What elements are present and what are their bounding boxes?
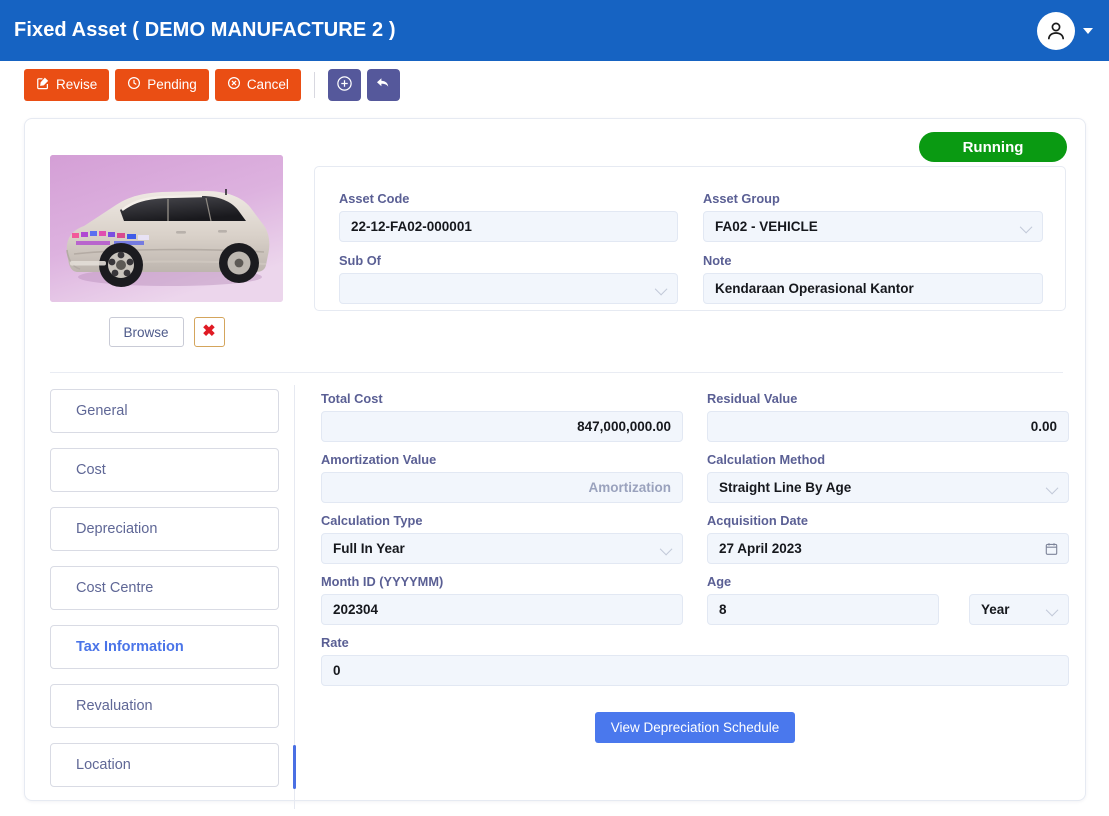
tab-tax-information[interactable]: Tax Information: [50, 625, 279, 669]
vehicle-photo: [50, 155, 283, 302]
calendar-icon[interactable]: [1045, 542, 1058, 559]
month-id-label: Month ID (YYYYMM): [321, 574, 444, 589]
asset-code-label: Asset Code: [339, 191, 410, 206]
view-depreciation-schedule-button[interactable]: View Depreciation Schedule: [594, 712, 796, 743]
rate-field: Rate 0: [321, 635, 1069, 686]
app-header: Fixed Asset ( DEMO MANUFACTURE 2 ): [0, 0, 1109, 61]
acquisition-date-input[interactable]: 27 April 2023: [707, 533, 1069, 564]
acquisition-date-label: Acquisition Date: [707, 513, 808, 528]
calculation-type-field: Calculation Type Full In Year: [321, 513, 683, 564]
asset-photo-column: Browse ✖: [50, 155, 283, 347]
tab-location[interactable]: Location: [50, 743, 279, 787]
amortization-value-input[interactable]: Amortization: [321, 472, 683, 503]
tab-cost[interactable]: Cost: [50, 448, 279, 492]
asset-detail-card: Running Browse ✖ Asset Code 22-12-FA02-0…: [24, 118, 1087, 809]
calculation-type-label: Calculation Type: [321, 513, 423, 528]
tax-information-form: Total Cost 847,000,000.00 Residual Value…: [321, 391, 1069, 743]
residual-value-field: Residual Value 0.00: [707, 391, 1069, 442]
revise-button-label: Revise: [56, 77, 98, 92]
tab-general[interactable]: General: [50, 389, 279, 433]
undo-button[interactable]: [366, 68, 400, 101]
asset-group-value: FA02 - VEHICLE: [715, 219, 818, 234]
tab-revaluation[interactable]: Revaluation: [50, 684, 279, 728]
cancel-button-label: Cancel: [246, 77, 289, 92]
chevron-down-icon: [654, 282, 668, 295]
acquisition-date-value: 27 April 2023: [719, 541, 802, 556]
calculation-method-value: Straight Line By Age: [719, 480, 852, 495]
asset-group-select[interactable]: FA02 - VEHICLE: [703, 211, 1043, 242]
user-menu[interactable]: [1037, 11, 1093, 50]
total-cost-field: Total Cost 847,000,000.00: [321, 391, 683, 442]
amortization-value-label: Amortization Value: [321, 452, 437, 467]
sub-of-select[interactable]: [339, 273, 678, 304]
action-toolbar: Revise Pending Cancel: [0, 61, 1109, 108]
total-cost-label: Total Cost: [321, 391, 383, 406]
asset-identity-fieldset: Asset Code 22-12-FA02-000001 Asset Group…: [314, 166, 1066, 311]
chevron-down-icon: [1045, 603, 1059, 616]
residual-value-input[interactable]: 0.00: [707, 411, 1069, 442]
rate-label: Rate: [321, 635, 349, 650]
chevron-down-icon: [659, 542, 673, 555]
pending-button[interactable]: Pending: [115, 68, 209, 101]
amortization-value-placeholder: Amortization: [588, 480, 672, 495]
photo-actions: Browse ✖: [50, 317, 283, 347]
asset-group-field: Asset Group FA02 - VEHICLE: [703, 191, 1043, 242]
section-divider: [50, 372, 1063, 373]
clock-icon: [127, 76, 141, 93]
total-cost-input[interactable]: 847,000,000.00: [321, 411, 683, 442]
month-id-input[interactable]: 202304: [321, 594, 683, 625]
toolbar-divider: [313, 71, 315, 98]
asset-code-input[interactable]: 22-12-FA02-000001: [339, 211, 678, 242]
calculation-method-label: Calculation Method: [707, 452, 826, 467]
page-title: Fixed Asset ( DEMO MANUFACTURE 2 ): [14, 19, 396, 41]
tab-cost-centre[interactable]: Cost Centre: [50, 566, 279, 610]
asset-tabs: General Cost Depreciation Cost Centre Ta…: [50, 389, 279, 802]
cancel-button[interactable]: Cancel: [214, 68, 301, 101]
remove-photo-button[interactable]: ✖: [193, 317, 225, 347]
revise-button[interactable]: Revise: [24, 68, 110, 101]
tab-depreciation[interactable]: Depreciation: [50, 507, 279, 551]
calculation-method-select[interactable]: Straight Line By Age: [707, 472, 1069, 503]
chevron-down-icon: [1045, 481, 1059, 494]
note-input[interactable]: Kendaraan Operasional Kantor: [703, 273, 1043, 304]
sub-of-label: Sub Of: [339, 253, 381, 268]
form-actions: View Depreciation Schedule: [321, 712, 1069, 743]
calculation-type-value: Full In Year: [333, 541, 405, 556]
edit-square-icon: [36, 76, 50, 93]
amortization-value-field: Amortization Value Amortization: [321, 452, 683, 503]
asset-code-field: Asset Code 22-12-FA02-000001: [339, 191, 678, 242]
asset-group-label: Asset Group: [703, 191, 780, 206]
age-input[interactable]: 8: [707, 594, 939, 625]
user-avatar-icon[interactable]: [1037, 11, 1075, 50]
calculation-method-field: Calculation Method Straight Line By Age: [707, 452, 1069, 503]
chevron-down-icon: [1019, 220, 1033, 233]
add-button[interactable]: [327, 68, 361, 101]
residual-value-label: Residual Value: [707, 391, 798, 406]
age-field: Age 8 Year: [707, 574, 1069, 625]
note-field: Note Kendaraan Operasional Kantor: [703, 253, 1043, 304]
rate-input[interactable]: 0: [321, 655, 1069, 686]
asset-summary-section: Browse ✖ Asset Code 22-12-FA02-000001 As…: [25, 119, 1087, 361]
cancel-circle-icon: [227, 76, 241, 93]
undo-arrow-icon: [374, 74, 392, 95]
plus-circle-icon: [336, 75, 353, 95]
age-label: Age: [707, 574, 732, 589]
month-id-field: Month ID (YYYYMM) 202304: [321, 574, 683, 625]
chevron-down-icon[interactable]: [1083, 27, 1093, 34]
calculation-type-select[interactable]: Full In Year: [321, 533, 683, 564]
pending-button-label: Pending: [147, 77, 197, 92]
sub-of-field: Sub Of: [339, 253, 678, 304]
active-tab-indicator: [293, 745, 296, 789]
age-unit-select[interactable]: Year: [969, 594, 1069, 625]
age-unit-value: Year: [981, 602, 1010, 617]
browse-button[interactable]: Browse: [108, 317, 184, 347]
note-label: Note: [703, 253, 732, 268]
acquisition-date-field: Acquisition Date 27 April 2023: [707, 513, 1069, 564]
